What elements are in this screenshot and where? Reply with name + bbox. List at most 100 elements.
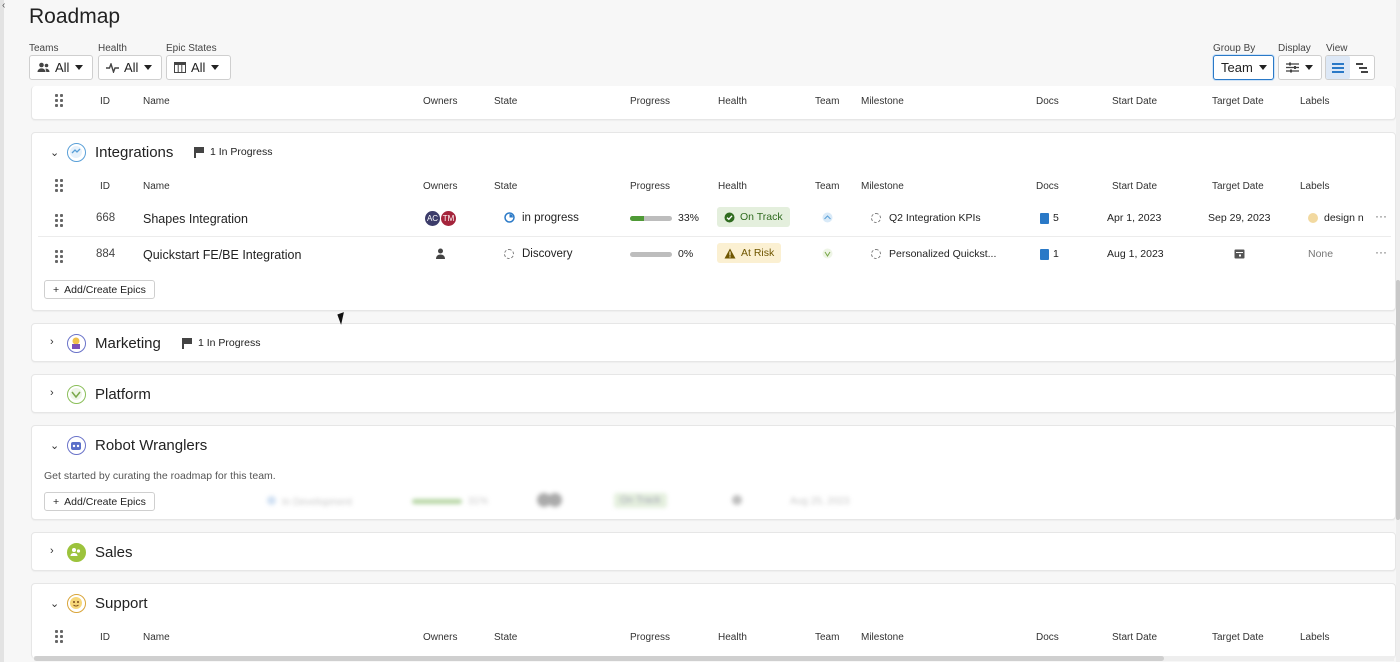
epic-state[interactable]: Discovery [522,248,572,260]
drag-handle-icon[interactable] [55,250,63,263]
epic-states-filter-button[interactable]: All [166,55,231,80]
col-state: State [494,181,518,192]
col-milestone: Milestone [861,96,904,107]
person-icon[interactable] [435,248,446,262]
flag-icon [182,337,192,349]
ghost-progress: 31% [412,496,488,507]
epic-id: 668 [96,212,116,224]
label-text[interactable]: None [1308,248,1333,260]
group-header[interactable]: › Platform [32,375,1397,413]
horizontal-scrollbar[interactable] [34,656,1394,661]
col-start-date: Start Date [1112,181,1158,192]
drag-handle-icon[interactable] [55,630,63,643]
timeline-icon [1356,62,1368,73]
list-icon [1332,62,1344,73]
docs-count[interactable]: 1 [1053,248,1059,260]
add-create-epics-button[interactable]: + Add/Create Epics [44,280,155,299]
col-name: Name [143,181,170,192]
health-badge[interactable]: At Risk [717,243,782,263]
group-name: Marketing [95,335,161,352]
timeline-view-button[interactable] [1350,56,1374,79]
chevron-down-icon [1258,65,1267,70]
chevron-right-icon[interactable]: › [50,387,54,399]
label-text[interactable]: design n [1324,212,1366,224]
team-avatar-icon [67,543,86,562]
chevron-down-icon[interactable]: ⌄ [50,146,59,159]
col-labels: Labels [1300,632,1330,643]
col-docs: Docs [1036,96,1059,107]
display-options-button[interactable] [1278,55,1322,80]
people-icon [37,62,50,73]
group-header[interactable]: ⌄ Integrations 1 In Progress [32,133,1397,171]
group-name: Platform [95,386,151,403]
docs-count[interactable]: 5 [1053,212,1059,224]
epic-state[interactable]: in progress [522,212,579,224]
col-progress: Progress [630,181,671,192]
group-header[interactable]: › Sales [32,533,1397,571]
health-filter-value: All [124,60,139,75]
chevron-down-icon[interactable]: ⌄ [50,597,59,610]
sidebar-edge[interactable] [0,0,4,662]
table-row[interactable]: 884 Quickstart FE/BE Integration Discove… [38,237,1391,273]
doc-icon [1040,213,1049,227]
health-filter-button[interactable]: All [98,55,162,80]
more-icon[interactable]: ··· [1375,209,1387,223]
epic-name[interactable]: Shapes Integration [143,212,248,226]
table-row[interactable]: 668 Shapes Integration AC TM in progress… [38,201,1391,237]
label-dot [1308,213,1318,223]
list-view-button[interactable] [1326,56,1350,79]
health-filter-label: Health [98,43,127,54]
epic-id: 884 [96,248,116,260]
milestone-name[interactable]: Q2 Integration KPIs [889,212,981,224]
scrollbar-thumb[interactable] [34,656,1164,661]
more-icon[interactable]: ··· [1375,245,1387,259]
plus-icon: + [53,495,60,508]
chevron-down-icon[interactable]: ⌄ [50,439,59,452]
col-target-date: Target Date [1212,632,1264,643]
chevron-right-icon[interactable]: › [50,336,54,348]
chevron-right-icon[interactable]: › [50,545,54,557]
start-date[interactable]: Apr 1, 2023 [1107,212,1161,224]
table-header: ID Name Owners State Progress Health Tea… [32,90,1397,114]
col-docs: Docs [1036,632,1059,643]
target-date[interactable]: Sep 29, 2023 [1208,212,1270,224]
avatar[interactable]: AC [424,210,441,227]
col-owners: Owners [423,181,458,192]
scrollbar-thumb[interactable] [1396,280,1400,520]
group-header[interactable]: › Marketing 1 In Progress [32,324,1397,362]
status-badge: 1 In Progress [182,337,260,349]
view-toggle [1325,55,1375,80]
group-name: Robot Wranglers [95,437,208,454]
group-by-select[interactable]: Team [1213,55,1274,80]
group-header[interactable]: ⌄ Robot Wranglers [32,426,1397,464]
epic-name[interactable]: Quickstart FE/BE Integration [143,248,301,262]
team-avatar-icon [67,436,86,455]
col-labels: Labels [1300,181,1330,192]
teams-filter-button[interactable]: All [29,55,93,80]
sidebar-collapse-icon[interactable]: ‹ [2,0,5,11]
progress-bar [630,252,672,257]
avatar[interactable]: TM [440,210,457,227]
drag-handle-icon[interactable] [55,179,63,192]
add-create-epics-button[interactable]: + Add/Create Epics [44,492,155,511]
vertical-scrollbar[interactable] [1396,0,1400,662]
view-label: View [1326,43,1348,54]
health-badge[interactable]: On Track [717,207,790,227]
calendar-icon[interactable] [1234,248,1245,262]
page-title: Roadmap [29,5,121,28]
start-date[interactable]: Aug 1, 2023 [1107,248,1164,260]
drag-handle-icon[interactable] [55,214,63,227]
group-header[interactable]: ⌄ Support [32,584,1397,622]
group-card: ID Name Owners State Progress Health Tea… [31,86,1396,120]
col-health: Health [718,632,747,643]
status-badge: 1 In Progress [194,146,272,158]
ghost-date: Aug 25, 2023 [790,496,850,507]
drag-handle-icon[interactable] [55,94,63,107]
col-start-date: Start Date [1112,96,1158,107]
table-header: ID Name Owners State Progress Health Tea… [32,626,1397,650]
col-state: State [494,632,518,643]
team-avatar-icon [67,594,86,613]
milestone-name[interactable]: Personalized Quickst... [889,248,996,260]
col-target-date: Target Date [1212,181,1264,192]
group-name: Sales [95,544,133,561]
